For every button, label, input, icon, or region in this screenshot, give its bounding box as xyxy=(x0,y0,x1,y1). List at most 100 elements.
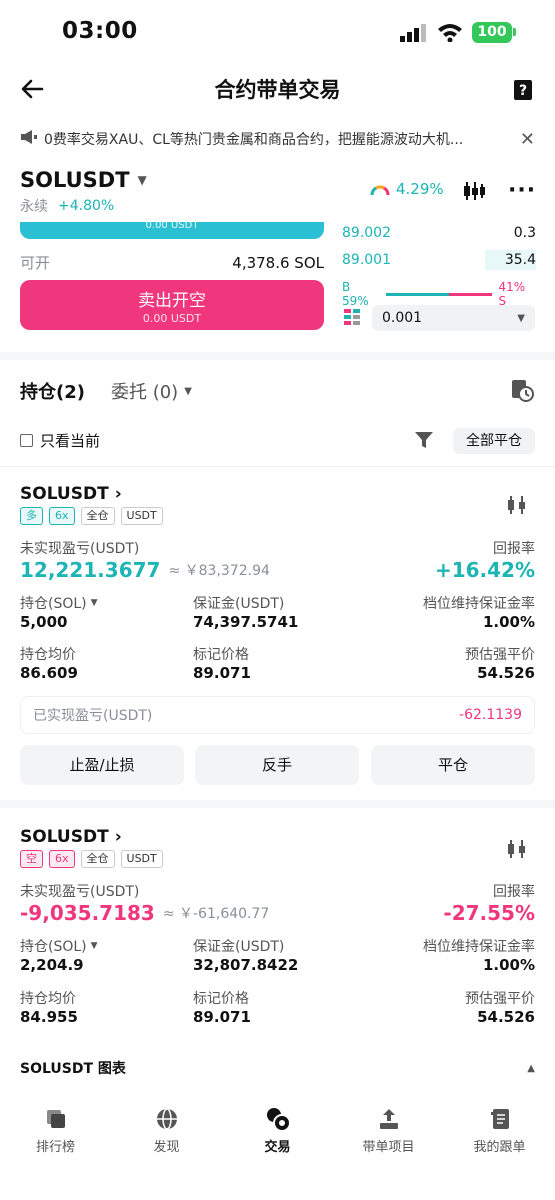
tpsl-button[interactable]: 止盈/止损 xyxy=(20,745,184,785)
chart-section-toggle[interactable]: SOLUSDT 图表 ▲ xyxy=(20,1058,535,1078)
position-chart-icon[interactable] xyxy=(506,494,528,520)
available-value: 4,378.6 SOL xyxy=(232,253,324,272)
margin-value: 32,807.8422 xyxy=(193,956,299,974)
mmr-value: 1.00% xyxy=(482,613,535,631)
entry-value: 84.955 xyxy=(20,1008,78,1026)
indicator-percent: 4.29% xyxy=(396,180,444,198)
nav-copy-projects[interactable]: 带单项目 xyxy=(333,1106,444,1155)
chevron-right-icon: › xyxy=(114,484,122,504)
roi-label: 回报率 xyxy=(493,541,535,557)
caret-up-icon: ▲ xyxy=(527,1062,535,1074)
caret-down-icon: ▼ xyxy=(517,312,525,324)
liq-value: 54.526 xyxy=(477,1008,535,1026)
instrument-info: 永续 +4.80% xyxy=(20,196,114,216)
position-chart-icon[interactable] xyxy=(506,838,528,864)
section-divider xyxy=(0,352,555,360)
notice-bar[interactable]: 0费率交易XAU、CL等热门贵金属和商品合约，把握能源波动大机... ✕ xyxy=(20,126,535,152)
help-book-icon[interactable]: ? xyxy=(512,78,534,106)
mmr-label: 档位维持保证金率 xyxy=(423,939,535,955)
leverage-tag[interactable]: 6x xyxy=(49,507,75,525)
currency-tag: USDT xyxy=(120,507,163,525)
buy-button[interactable]: 0.00 USDT xyxy=(20,222,324,239)
battery-indicator: 100 xyxy=(472,22,512,43)
contract-type: 永续 xyxy=(20,199,48,215)
only-current-checkbox[interactable] xyxy=(20,434,33,447)
orderbook-row[interactable]: 89.001 35.4 xyxy=(342,248,536,272)
mark-value: 89.071 xyxy=(193,664,251,682)
buy-ratio-bar xyxy=(386,292,450,296)
size-label-row[interactable]: 持仓(SOL) ▼ xyxy=(20,593,98,613)
gauge-icon xyxy=(370,185,390,196)
indicator-gauge[interactable]: 4.29% xyxy=(370,180,444,198)
sell-ratio-bar xyxy=(449,292,493,296)
upload-tray-icon xyxy=(333,1106,444,1132)
entry-label: 持仓均价 xyxy=(20,647,76,663)
caret-down-icon[interactable]: ▼ xyxy=(184,386,192,397)
orderbook-qty: 0.3 xyxy=(513,225,536,241)
candlestick-chart-icon[interactable] xyxy=(462,180,486,206)
close-position-button[interactable]: 平仓 xyxy=(371,745,535,785)
size-label: 持仓(SOL) xyxy=(20,596,87,612)
order-history-icon[interactable] xyxy=(510,378,534,406)
realized-label: 已实现盈亏(USDT) xyxy=(33,708,153,724)
buy-amount: 0.00 USDT xyxy=(145,222,199,231)
only-current-toggle[interactable]: 只看当前 xyxy=(20,430,100,451)
battery-tip xyxy=(513,28,516,36)
document-icon xyxy=(444,1106,555,1132)
close-all-button[interactable]: 全部平仓 xyxy=(453,428,535,454)
more-icon[interactable]: ··· xyxy=(508,178,536,203)
pnl-row: 12,221.3677 ≈ ￥83,372.94 xyxy=(20,558,270,582)
layout-toggle-icon[interactable] xyxy=(344,309,360,329)
globe-icon xyxy=(111,1106,222,1132)
signal-icon xyxy=(400,24,428,46)
sell-button-amount: 0.00 USDT xyxy=(142,312,202,325)
leverage-tag[interactable]: 6x xyxy=(49,850,75,868)
orderbook-price: 89.002 xyxy=(342,225,391,241)
available-row: 可开 4,378.6 SOL xyxy=(20,252,324,273)
available-label: 可开 xyxy=(20,254,51,272)
filter-icon[interactable] xyxy=(414,431,434,453)
nav-leaderboard[interactable]: 排行榜 xyxy=(0,1106,111,1155)
position-tabs: 持仓(2) 委托 (0) ▼ xyxy=(20,378,192,404)
nav-label: 发现 xyxy=(153,1139,180,1155)
svg-text:?: ? xyxy=(519,83,527,99)
nav-label: 我的跟单 xyxy=(473,1139,526,1155)
margin-mode-tag: 全仓 xyxy=(80,507,115,525)
price-change: +4.80% xyxy=(58,198,115,214)
position-symbol: SOLUSDT xyxy=(20,827,109,847)
liq-value: 54.526 xyxy=(477,664,535,682)
margin-label: 保证金(USDT) xyxy=(193,939,285,955)
liq-label: 预估强平价 xyxy=(465,647,535,663)
position-tags: 空 6x 全仓 USDT xyxy=(20,850,169,868)
only-current-label: 只看当前 xyxy=(40,432,101,450)
margin-value: 74,397.5741 xyxy=(193,613,299,631)
bottom-nav: 排行榜 发现 交易 带单项目 我的跟单 xyxy=(0,1100,555,1160)
position-symbol-link[interactable]: SOLUSDT › xyxy=(20,827,122,847)
sell-button-label: 卖出开空 xyxy=(138,291,206,311)
nav-trade[interactable]: 交易 xyxy=(222,1106,333,1155)
close-icon[interactable]: ✕ xyxy=(520,129,535,150)
notice-text: 0费率交易XAU、CL等热门贵金属和商品合约，把握能源波动大机... xyxy=(44,132,464,148)
size-value: 5,000 xyxy=(20,613,68,631)
nav-discover[interactable]: 发现 xyxy=(111,1106,222,1155)
sell-open-short-button[interactable]: 卖出开空 0.00 USDT xyxy=(20,280,324,330)
orderbook-qty: 35.4 xyxy=(484,250,536,270)
megaphone-icon xyxy=(20,129,38,149)
chevron-right-icon: › xyxy=(114,827,122,847)
pnl-label: 未实现盈亏(USDT) xyxy=(20,884,140,900)
nav-my-copy[interactable]: 我的跟单 xyxy=(444,1106,555,1155)
instrument-selector[interactable]: SOLUSDT ▼ xyxy=(20,168,147,192)
size-label-row[interactable]: 持仓(SOL) ▼ xyxy=(20,936,98,956)
mark-value: 89.071 xyxy=(193,1008,251,1026)
orderbook-row[interactable]: 89.002 0.3 xyxy=(342,222,536,244)
caret-down-icon: ▼ xyxy=(137,173,147,187)
pnl-cny: ≈ ￥-61,640.77 xyxy=(162,906,270,922)
tab-positions[interactable]: 持仓(2) xyxy=(20,378,85,404)
reverse-button[interactable]: 反手 xyxy=(195,745,359,785)
caret-down-icon: ▼ xyxy=(90,941,98,951)
size-value: 2,204.9 xyxy=(20,956,84,974)
tab-orders[interactable]: 委托 (0) xyxy=(111,378,178,404)
nav-label: 交易 xyxy=(264,1139,291,1155)
precision-select[interactable]: 0.001 ▼ xyxy=(372,305,535,331)
position-symbol-link[interactable]: SOLUSDT › xyxy=(20,484,122,504)
